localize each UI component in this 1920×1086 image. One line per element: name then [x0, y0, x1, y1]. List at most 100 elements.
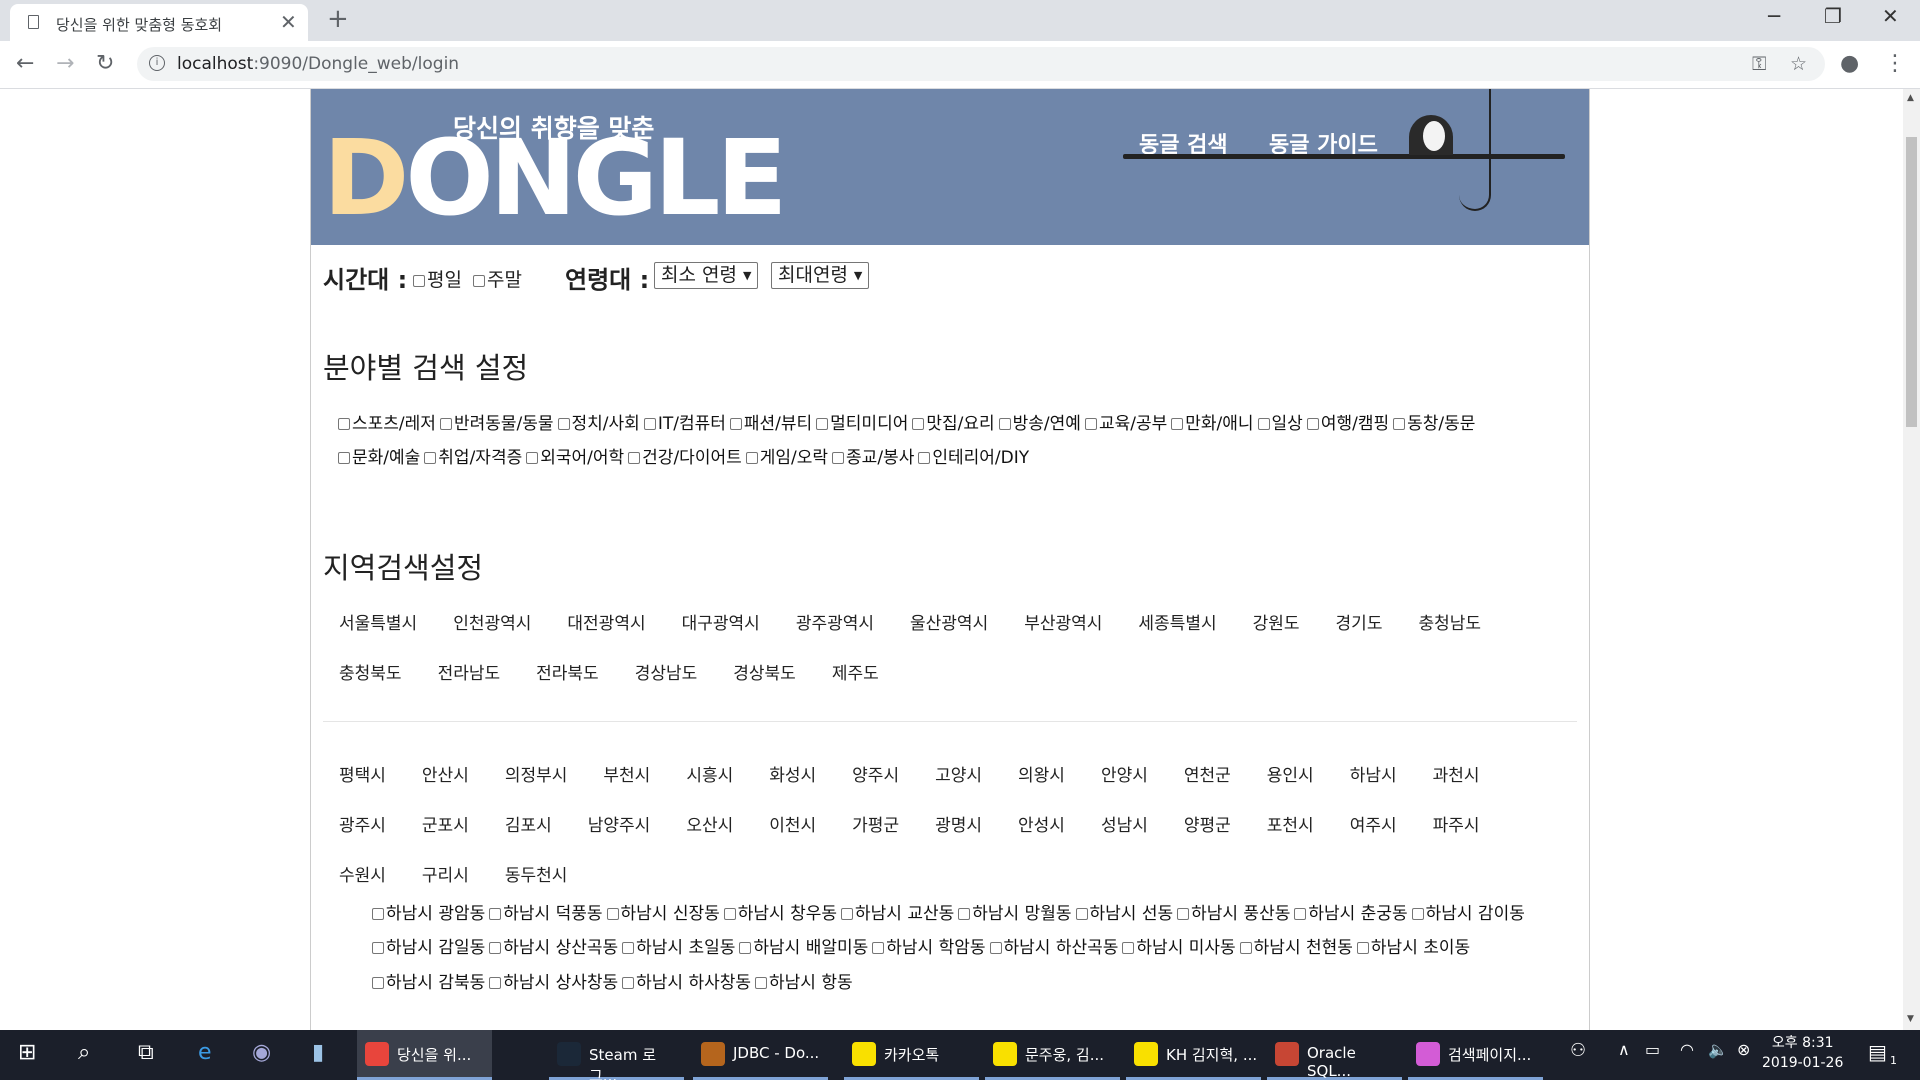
city-link[interactable]: 안양시 — [1083, 761, 1166, 786]
logo[interactable]: DONGLE — [323, 117, 787, 239]
window-close-icon[interactable]: ✕ — [1882, 4, 1899, 28]
category-checkbox-item[interactable]: 취업/자격증 — [424, 448, 522, 468]
battery-icon[interactable]: ▭ — [1645, 1040, 1660, 1059]
profile-icon[interactable]: ● — [1840, 51, 1859, 76]
dong-checkbox-item[interactable]: 하남시 감일동 — [372, 938, 485, 958]
checkbox[interactable] — [723, 908, 736, 920]
region-link[interactable]: 세종특별시 — [1120, 609, 1234, 634]
category-checkbox-item[interactable]: 일상 — [1257, 414, 1303, 434]
checkbox[interactable] — [912, 418, 925, 430]
restore-icon[interactable]: ❐ — [1824, 4, 1842, 28]
checkbox[interactable] — [745, 452, 758, 464]
people-icon[interactable]: ⚇ — [1570, 1040, 1586, 1061]
region-link[interactable]: 전라북도 — [518, 659, 617, 684]
checkbox[interactable] — [372, 977, 384, 989]
city-link[interactable]: 동두천시 — [487, 861, 586, 886]
checkbox[interactable] — [998, 418, 1011, 430]
dong-checkbox-item[interactable]: 하남시 망월동 — [958, 904, 1072, 924]
taskbar-app-button[interactable]: 당신을 위... — [357, 1030, 492, 1080]
search-icon[interactable]: ⌕ — [78, 1040, 90, 1065]
category-checkbox-item[interactable]: 외국어/어학 — [526, 448, 624, 468]
checkbox[interactable] — [628, 452, 641, 464]
volume-icon[interactable]: 🔈 — [1708, 1040, 1728, 1059]
category-checkbox-item[interactable]: 스포츠/레저 — [338, 414, 436, 434]
city-link[interactable]: 연천군 — [1166, 761, 1249, 786]
city-link[interactable]: 안성시 — [1000, 811, 1083, 836]
eclipse-icon[interactable]: ◉ — [252, 1040, 271, 1065]
checkbox[interactable] — [1239, 942, 1252, 954]
region-link[interactable]: 충청남도 — [1400, 609, 1499, 634]
scrollbar-thumb[interactable] — [1906, 137, 1917, 427]
dong-checkbox-item[interactable]: 하남시 미사동 — [1122, 938, 1236, 958]
dong-checkbox-item[interactable]: 하남시 감이동 — [1411, 904, 1525, 924]
checkbox[interactable] — [338, 418, 350, 430]
dong-checkbox-item[interactable]: 하남시 창우동 — [723, 904, 837, 924]
region-link[interactable]: 대구광역시 — [664, 609, 778, 634]
city-link[interactable]: 포천시 — [1249, 811, 1332, 836]
category-checkbox-item[interactable]: IT/컴퓨터 — [643, 414, 726, 434]
dong-checkbox-item[interactable]: 하남시 하사창동 — [622, 973, 751, 993]
age-max-select[interactable]: 최대연령 ▼ — [771, 262, 870, 289]
dong-checkbox-item[interactable]: 하남시 상사창동 — [489, 973, 618, 993]
dong-checkbox-item[interactable]: 하남시 신장동 — [606, 904, 720, 924]
taskbar-app-button[interactable]: JDBC - Do... — [693, 1030, 828, 1080]
region-link[interactable]: 경상남도 — [617, 659, 716, 684]
scroll-up-icon[interactable]: ▲ — [1907, 93, 1914, 103]
age-min-select[interactable]: 최소 연령 ▼ — [654, 262, 759, 289]
checkbox[interactable] — [473, 274, 485, 287]
dong-checkbox-item[interactable]: 하남시 감북동 — [372, 973, 485, 993]
category-checkbox-item[interactable]: 방송/연예 — [998, 414, 1081, 434]
close-circle-icon[interactable]: ⊗ — [1737, 1040, 1750, 1059]
checkbox[interactable] — [439, 418, 452, 430]
checkbox[interactable] — [526, 452, 539, 464]
city-link[interactable]: 이천시 — [751, 811, 834, 836]
tray-chevron-icon[interactable]: ∧ — [1618, 1040, 1630, 1059]
checkbox[interactable] — [1171, 418, 1184, 430]
category-checkbox-item[interactable]: 정치/사회 — [557, 414, 640, 434]
category-checkbox-item[interactable]: 만화/애니 — [1171, 414, 1254, 434]
checkbox[interactable] — [729, 418, 742, 430]
region-link[interactable]: 광주광역시 — [778, 609, 892, 634]
city-link[interactable]: 광명시 — [917, 811, 1000, 836]
edge-icon[interactable]: e — [198, 1040, 212, 1065]
category-checkbox-item[interactable]: 종교/봉사 — [832, 448, 914, 468]
region-link[interactable]: 전라남도 — [420, 659, 519, 684]
checkbox[interactable] — [989, 942, 1002, 954]
city-link[interactable]: 부천시 — [585, 761, 668, 786]
region-link[interactable]: 경기도 — [1318, 609, 1401, 634]
browser-tab[interactable]: 당신을 위한 맞춤형 동호회 ✕ — [10, 4, 308, 41]
dong-checkbox-item[interactable]: 하남시 초이동 — [1356, 938, 1470, 958]
checkbox[interactable] — [489, 942, 502, 954]
checkbox[interactable] — [489, 977, 502, 989]
city-link[interactable]: 수원시 — [321, 861, 404, 886]
region-link[interactable]: 충청북도 — [321, 659, 420, 684]
dong-checkbox-item[interactable]: 하남시 선동 — [1075, 904, 1173, 924]
checkbox[interactable] — [832, 452, 845, 464]
reload-icon[interactable]: ↻ — [96, 51, 114, 76]
city-link[interactable]: 고양시 — [917, 761, 1000, 786]
checkbox[interactable] — [1356, 942, 1369, 954]
category-checkbox-item[interactable]: 문화/예술 — [338, 448, 420, 468]
region-link[interactable]: 경상북도 — [715, 659, 814, 684]
city-link[interactable]: 용인시 — [1249, 761, 1332, 786]
checkbox[interactable] — [413, 274, 425, 287]
category-checkbox-item[interactable]: 게임/오락 — [745, 448, 828, 468]
city-link[interactable]: 성남시 — [1083, 811, 1166, 836]
taskbar-app-button[interactable]: 문주웅, 김... — [985, 1030, 1120, 1080]
file-explorer-icon[interactable]: ▮ — [312, 1040, 324, 1065]
city-link[interactable]: 군포시 — [404, 811, 487, 836]
dong-checkbox-item[interactable]: 하남시 덕풍동 — [489, 904, 603, 924]
taskbar-app-button[interactable]: Oracle SQL... — [1267, 1030, 1402, 1080]
scroll-down-icon[interactable]: ▼ — [1907, 1014, 1914, 1024]
checkbox[interactable] — [755, 977, 768, 989]
checkbox[interactable] — [816, 418, 829, 430]
checkbox[interactable] — [918, 452, 931, 464]
city-link[interactable]: 안산시 — [404, 761, 487, 786]
dong-checkbox-item[interactable]: 하남시 초일동 — [622, 938, 735, 958]
checkbox[interactable] — [1294, 908, 1307, 920]
taskbar-app-button[interactable]: 검색페이지... — [1408, 1030, 1543, 1080]
dong-checkbox-item[interactable]: 하남시 교산동 — [841, 904, 954, 924]
checkbox[interactable] — [338, 452, 350, 464]
menu-icon[interactable]: ⋮ — [1884, 51, 1906, 76]
dong-checkbox-item[interactable]: 하남시 풍산동 — [1177, 904, 1290, 924]
